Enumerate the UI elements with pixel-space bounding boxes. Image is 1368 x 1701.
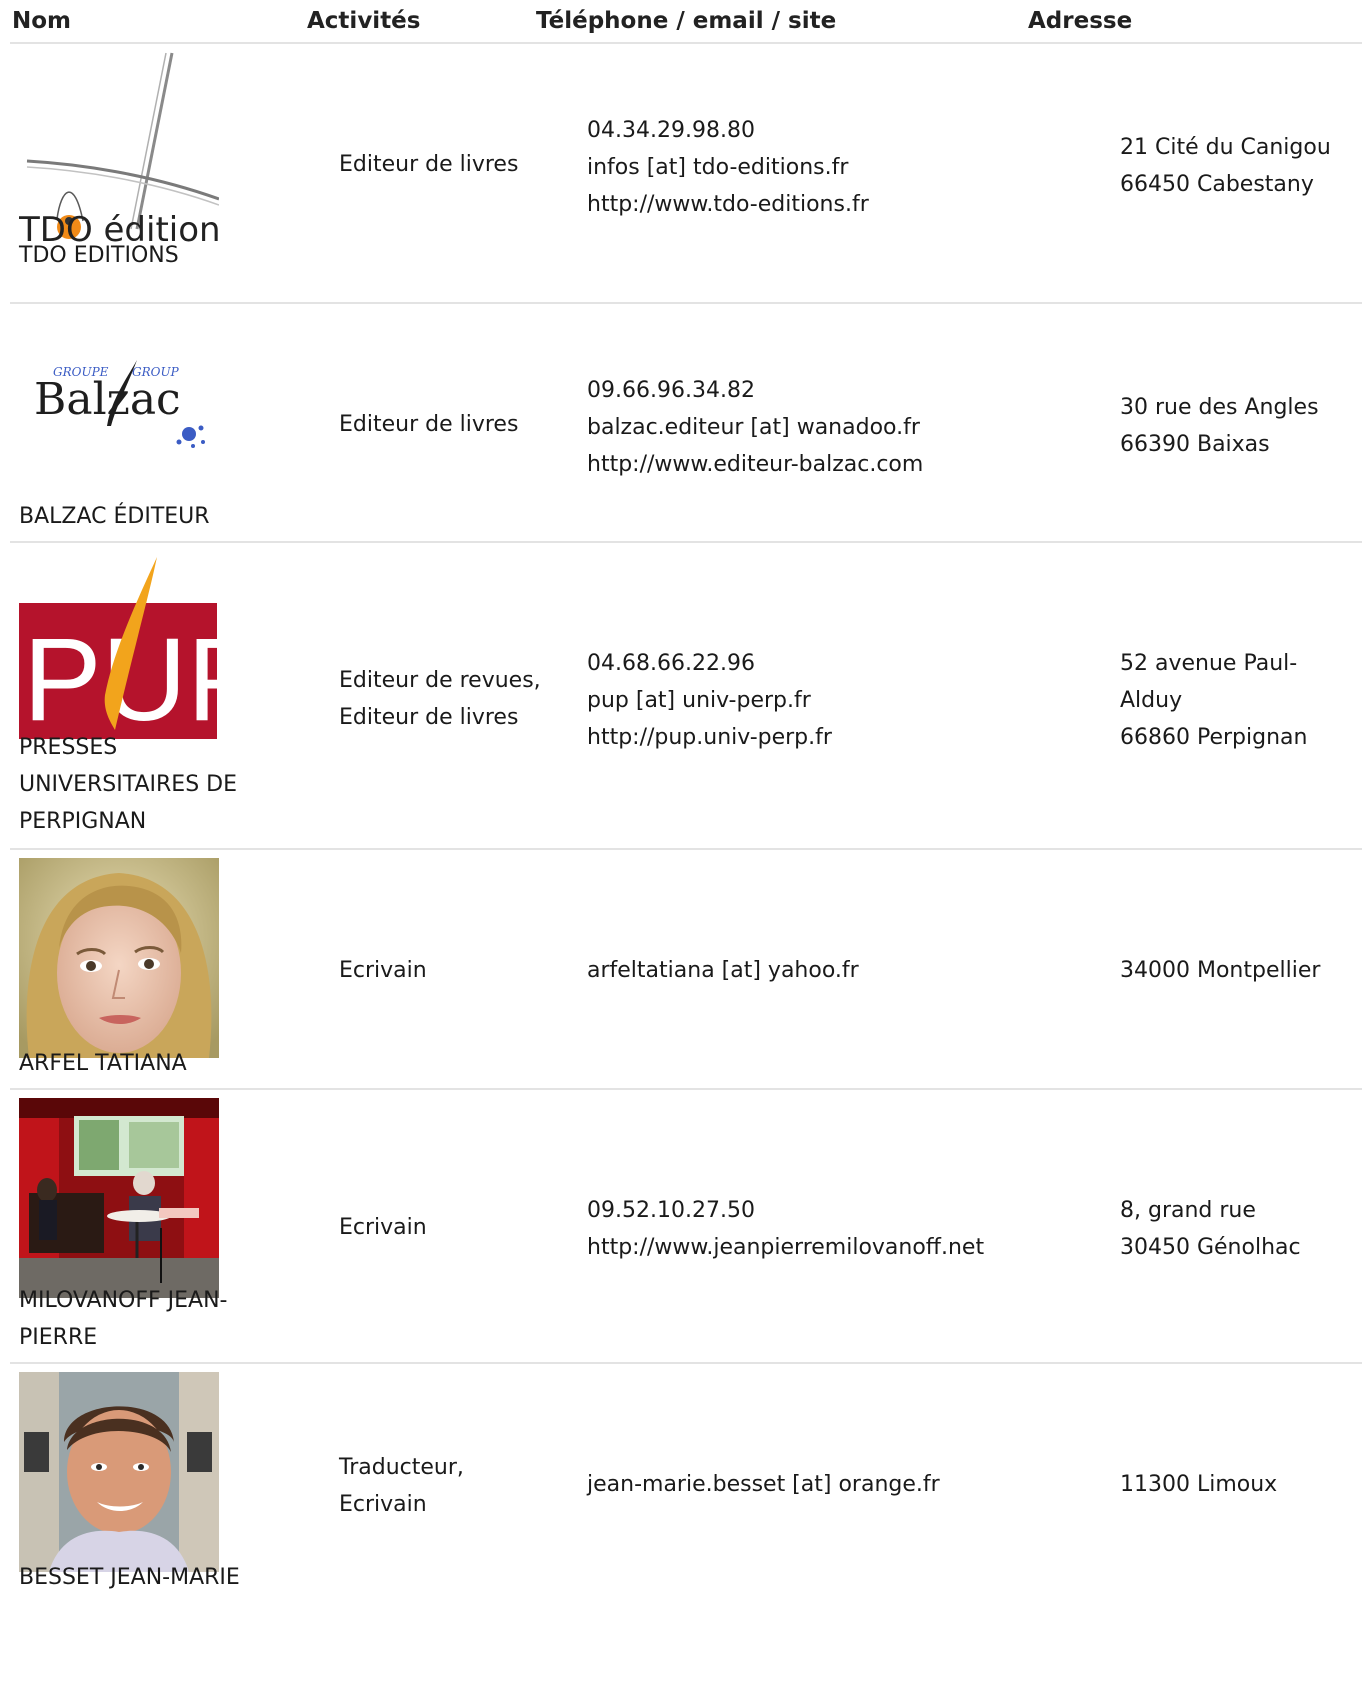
activity: Ecrivain [339,1492,427,1517]
table-row: TDO éditions TDO EDITIONS Editeur de liv… [10,44,1362,304]
row-contact: jean-marie.besset [at] orange.fr [587,1466,1107,1503]
table-row: GROUPE GROUP Balzac BALZAC ÉDITEUR Edite… [10,304,1362,543]
row-address: 21 Cité du Canigou 66450 Cabestany [1120,129,1360,203]
website-link[interactable]: http://www.tdo-editions.fr [587,186,1107,223]
email[interactable]: arfeltatiana [at] yahoo.fr [587,952,1107,989]
email[interactable]: infos [at] tdo-editions.fr [587,149,1107,186]
row-contact: 04.68.66.22.96 pup [at] univ-perp.fr htt… [587,645,1107,756]
row-address: 52 avenue Paul- Alduy 66860 Perpignan [1120,645,1360,756]
row-activities: Editeur de livres [339,146,584,183]
website-link[interactable]: http://www.jeanpierremilovanoff.net [587,1229,1107,1266]
activity: Editeur de livres [339,705,519,730]
phone[interactable]: 04.34.29.98.80 [587,112,1107,149]
table-row: BESSET JEAN-MARIE Traducteur, Ecrivain j… [10,1364,1362,1604]
row-activities: Traducteur, Ecrivain [339,1449,584,1523]
website-link[interactable]: http://www.editeur-balzac.com [587,446,1107,483]
address-line: 66450 Cabestany [1120,172,1314,197]
activity: Editeur de revues, [339,668,541,693]
address-line: 30450 Génolhac [1120,1235,1301,1260]
email[interactable]: jean-marie.besset [at] orange.fr [587,1466,1107,1503]
phone[interactable]: 09.66.96.34.82 [587,372,1107,409]
row-address: 30 rue des Angles 66390 Baixas [1120,389,1360,463]
table-header: Nom Activités Téléphone / email / site A… [10,0,1362,44]
besset-photo[interactable] [19,1372,219,1572]
milovanoff-photo[interactable] [19,1098,219,1298]
website-link[interactable]: http://pup.univ-perp.fr [587,719,1107,756]
address-line: 66390 Baixas [1120,432,1270,457]
row-name: ARFEL TATIANA [19,1051,187,1076]
row-address: 34000 Montpellier [1120,952,1360,989]
header-activities: Activités [307,8,421,34]
header-address: Adresse [1028,8,1133,34]
phone[interactable]: 09.52.10.27.50 [587,1192,1107,1229]
balzac-logo[interactable]: GROUPE GROUP Balzac [19,338,219,478]
row-name: BESSET JEAN-MARIE [19,1565,240,1590]
header-contact: Téléphone / email / site [536,8,837,34]
address-line: Alduy [1120,688,1183,713]
row-address: 11300 Limoux [1120,1466,1360,1503]
row-address: 8, grand rue 30450 Génolhac [1120,1192,1360,1266]
header-name: Nom [12,8,72,34]
row-contact: 04.34.29.98.80 infos [at] tdo-editions.f… [587,112,1107,223]
row-contact: arfeltatiana [at] yahoo.fr [587,952,1107,989]
address-line: 11300 Limoux [1120,1472,1278,1497]
address-line: 34000 Montpellier [1120,958,1321,983]
address-line: 21 Cité du Canigou [1120,135,1331,160]
email[interactable]: balzac.editeur [at] wanadoo.fr [587,409,1107,446]
table-row: ARFEL TATIANA Ecrivain arfeltatiana [at]… [10,850,1362,1090]
activity: Editeur de livres [339,152,519,177]
phone[interactable]: 04.68.66.22.96 [587,645,1107,682]
row-activities: Editeur de livres [339,406,584,443]
activity: Editeur de livres [339,412,519,437]
address-line: 30 rue des Angles [1120,395,1319,420]
row-name: BALZAC ÉDITEUR [19,504,210,529]
balzac-logo-main: Balzac [34,374,181,425]
activity: Ecrivain [339,1215,427,1240]
activity: Traducteur, [339,1455,464,1480]
row-contact: 09.66.96.34.82 balzac.editeur [at] wanad… [587,372,1107,483]
row-activities: Ecrivain [339,952,584,989]
address-line: 8, grand rue [1120,1198,1256,1223]
pup-logo[interactable]: PUP [19,555,219,739]
address-line: 66860 Perpignan [1120,725,1308,750]
address-line: 52 avenue Paul- [1120,651,1298,676]
row-name: MILOVANOFF JEAN-PIERRE [19,1288,228,1350]
row-contact: 09.52.10.27.50 http://www.jeanpierremilo… [587,1192,1107,1266]
arfel-photo[interactable] [19,858,219,1058]
tdo-logo[interactable]: TDO éditions [19,49,219,254]
email[interactable]: pup [at] univ-perp.fr [587,682,1107,719]
table-row: PUP PRESSES UNIVERSITAIRES DE PERPIGNAN … [10,543,1362,850]
activity: Ecrivain [339,958,427,983]
row-name: TDO EDITIONS [19,243,179,268]
row-activities: Ecrivain [339,1209,584,1246]
table-row: MILOVANOFF JEAN-PIERRE Ecrivain 09.52.10… [10,1090,1362,1364]
row-name: PRESSES UNIVERSITAIRES DE PERPIGNAN [19,735,237,834]
directory-table: Nom Activités Téléphone / email / site A… [10,0,1362,1604]
row-activities: Editeur de revues, Editeur de livres [339,662,584,736]
